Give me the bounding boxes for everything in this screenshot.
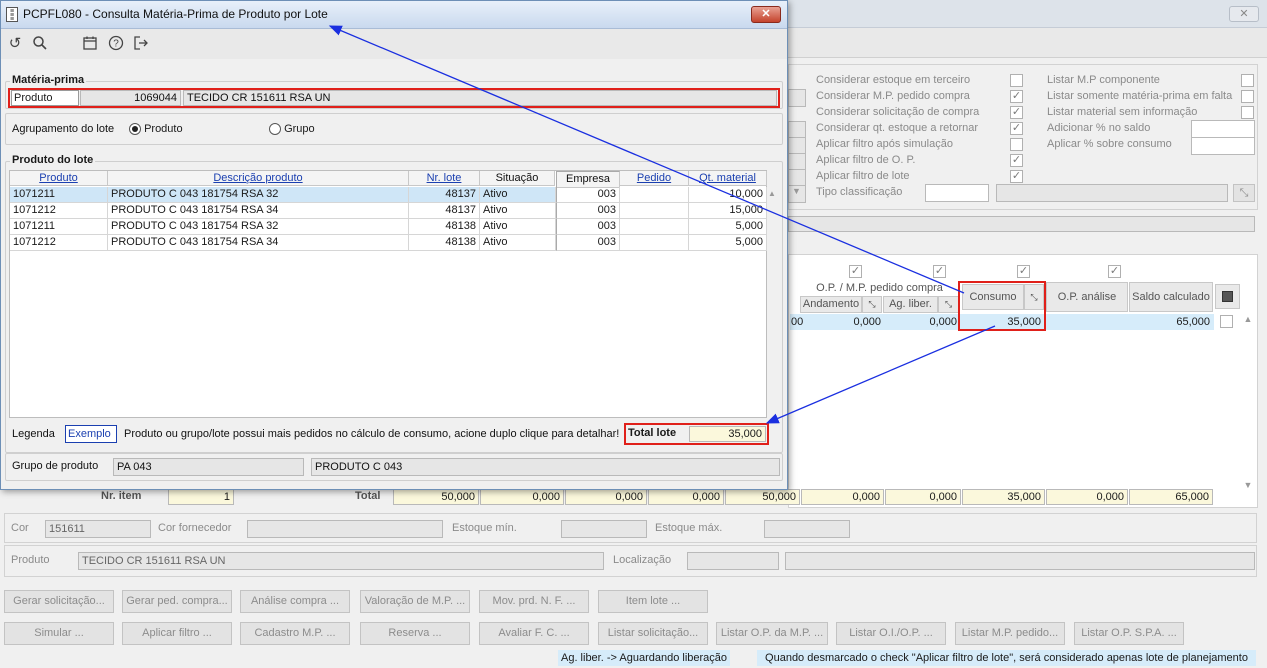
- arrow-consumo-to-title: [328, 25, 965, 294]
- arrow-consumo-to-total: [765, 325, 996, 424]
- annotation-arrows: [328, 25, 996, 424]
